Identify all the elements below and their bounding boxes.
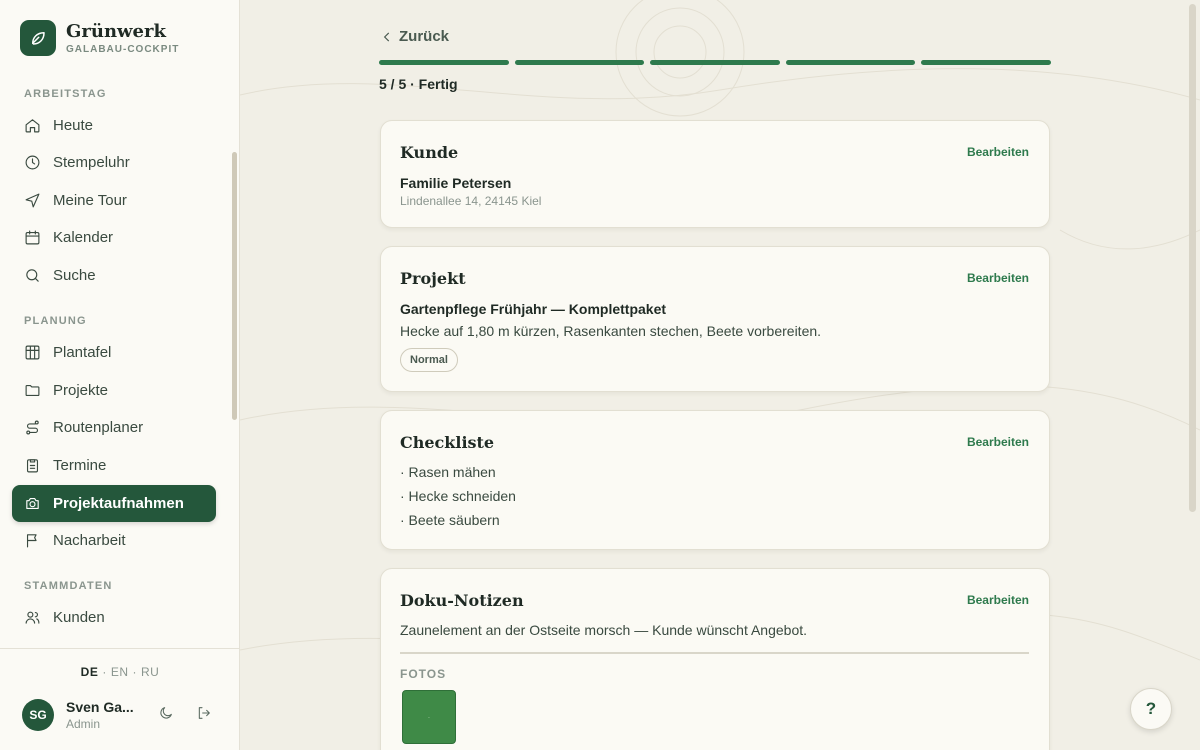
progress-step [785, 60, 916, 65]
progress-step [379, 60, 509, 65]
step-status: 5 / 5 · Fertig [379, 76, 458, 92]
section-title-stammdaten: STAMMDATEN [24, 580, 113, 592]
clock-icon [25, 155, 40, 170]
sidebar-item-suche[interactable]: Suche [12, 257, 216, 294]
sidebar-item-label: Meine Tour [53, 192, 127, 209]
edit-customer-button[interactable]: Bearbeiten [967, 145, 1029, 159]
avatar[interactable]: SG [22, 699, 54, 731]
language-ru[interactable]: RU [141, 665, 159, 679]
section-title-planung: PLANUNG [24, 315, 87, 327]
navigation-icon [25, 193, 40, 208]
brand[interactable]: Grünwerk GALABAU-COCKPIT [20, 20, 179, 56]
back-label: Zurück [399, 28, 450, 45]
language-de[interactable]: DE [81, 665, 99, 679]
edit-checklist-button[interactable]: Bearbeiten [967, 435, 1029, 449]
card-title: Projekt [400, 269, 466, 288]
sidebar-item-label: Plantafel [53, 344, 112, 361]
user-name: Sven Ga... [66, 699, 134, 715]
moon-icon [160, 707, 172, 719]
card-title: Checkliste [400, 433, 495, 452]
priority-badge: Normal [400, 348, 458, 372]
sidebar-item-label: Heute [53, 117, 94, 134]
card-title: Kunde [400, 143, 459, 162]
chevron-left-icon [383, 32, 390, 41]
user-role: Admin [66, 717, 101, 731]
sidebar-nav: ARBEITSTAG Heute Stempeluhr Meine Tour K… [0, 80, 240, 648]
progress-step [921, 60, 1051, 65]
logout-icon [198, 707, 210, 719]
sidebar-item-stempeluhr[interactable]: Stempeluhr [12, 144, 216, 181]
edit-notes-button[interactable]: Bearbeiten [967, 593, 1029, 607]
folder-icon [25, 384, 40, 397]
dark-mode-toggle[interactable] [158, 705, 174, 721]
sidebar-item-kunden[interactable]: Kunden [12, 599, 216, 636]
main-content: Zurück 5 / 5 · Fertig Kunde Bearbeiten F… [240, 0, 1200, 750]
users-icon [25, 611, 40, 624]
photo-thumbnail[interactable]: · [402, 690, 456, 744]
grid-icon [25, 345, 40, 360]
step-progress-bar [379, 60, 1051, 65]
sidebar-item-projektaufnahmen[interactable]: Projektaufnahmen [12, 485, 216, 522]
sidebar-item-label: Routenplaner [53, 419, 144, 436]
sidebar-scrollbar[interactable] [232, 152, 237, 420]
brand-name: Grünwerk [66, 20, 166, 42]
home-icon [25, 119, 40, 133]
sidebar-item-label: Projektaufnahmen [53, 495, 184, 512]
sidebar-item-label: Kalender [53, 229, 114, 246]
sidebar-item-label: Suche [53, 267, 96, 284]
sidebar-item-label: Termine [53, 457, 107, 474]
clipboard-icon [26, 459, 39, 473]
flag-icon [26, 534, 37, 548]
notes-text: Zaunelement an der Ostseite morsch — Kun… [400, 622, 808, 638]
sidebar-item-nacharbeit[interactable]: Nacharbeit [12, 522, 216, 559]
search-icon [26, 269, 39, 282]
sidebar-item-heute[interactable]: Heute [12, 107, 216, 144]
sidebar-item-label: Kunden [53, 609, 105, 626]
logout-button[interactable] [196, 705, 212, 721]
sidebar-item-label: Nacharbeit [53, 532, 126, 549]
sidebar-item-termine[interactable]: Termine [12, 447, 216, 484]
card-title: Doku-Notizen [400, 591, 524, 610]
section-title-arbeitstag: ARBEITSTAG [24, 88, 107, 100]
language-en[interactable]: EN [111, 665, 129, 679]
main-scrollbar[interactable] [1189, 4, 1196, 512]
calendar-icon [25, 230, 40, 245]
sidebar-item-projekte[interactable]: Projekte [12, 372, 216, 409]
project-card: Projekt Bearbeiten Gartenpflege Frühjahr… [380, 246, 1050, 392]
photos-label: FOTOS [400, 667, 447, 681]
language-switcher: DE · EN · RU [80, 665, 160, 679]
help-button[interactable]: ? [1130, 688, 1172, 730]
sidebar: Grünwerk GALABAU-COCKPIT ARBEITSTAG Heut… [0, 0, 240, 750]
customer-card: Kunde Bearbeiten Familie Petersen Linden… [380, 120, 1050, 228]
sidebar-item-meine-tour[interactable]: Meine Tour [12, 182, 216, 219]
leaf-logo-icon [20, 20, 56, 56]
checklist-card: Checkliste Bearbeiten · Rasen mähen · He… [380, 410, 1050, 550]
brand-subtitle: GALABAU-COCKPIT [66, 43, 180, 55]
sidebar-item-label: Projekte [53, 382, 109, 399]
sidebar-item-label: Stempeluhr [53, 154, 130, 171]
checklist-item: · Beete säubern [400, 512, 500, 528]
divider [400, 652, 1029, 654]
sidebar-item-routenplaner[interactable]: Routenplaner [12, 409, 216, 446]
notes-card: Doku-Notizen Bearbeiten Zaunelement an d… [380, 568, 1050, 750]
customer-name: Familie Petersen [400, 175, 512, 191]
edit-project-button[interactable]: Bearbeiten [967, 271, 1029, 285]
customer-address: Lindenallee 14, 24145 Kiel [400, 194, 542, 208]
sidebar-item-plantafel[interactable]: Plantafel [12, 334, 216, 371]
back-button[interactable]: Zurück [380, 28, 449, 45]
progress-step [650, 60, 780, 65]
project-name: Gartenpflege Frühjahr — Komplettpaket [400, 301, 667, 317]
project-description: Hecke auf 1,80 m kürzen, Rasenkanten ste… [400, 323, 822, 339]
route-icon [26, 420, 39, 435]
sidebar-item-kalender[interactable]: Kalender [12, 219, 216, 256]
checklist-item: · Hecke schneiden [400, 488, 516, 504]
camera-icon [26, 497, 39, 510]
progress-step [514, 60, 645, 65]
sidebar-footer: DE · EN · RU SG Sven Ga... Admin [0, 648, 240, 750]
checklist-item: · Rasen mähen [400, 464, 496, 480]
